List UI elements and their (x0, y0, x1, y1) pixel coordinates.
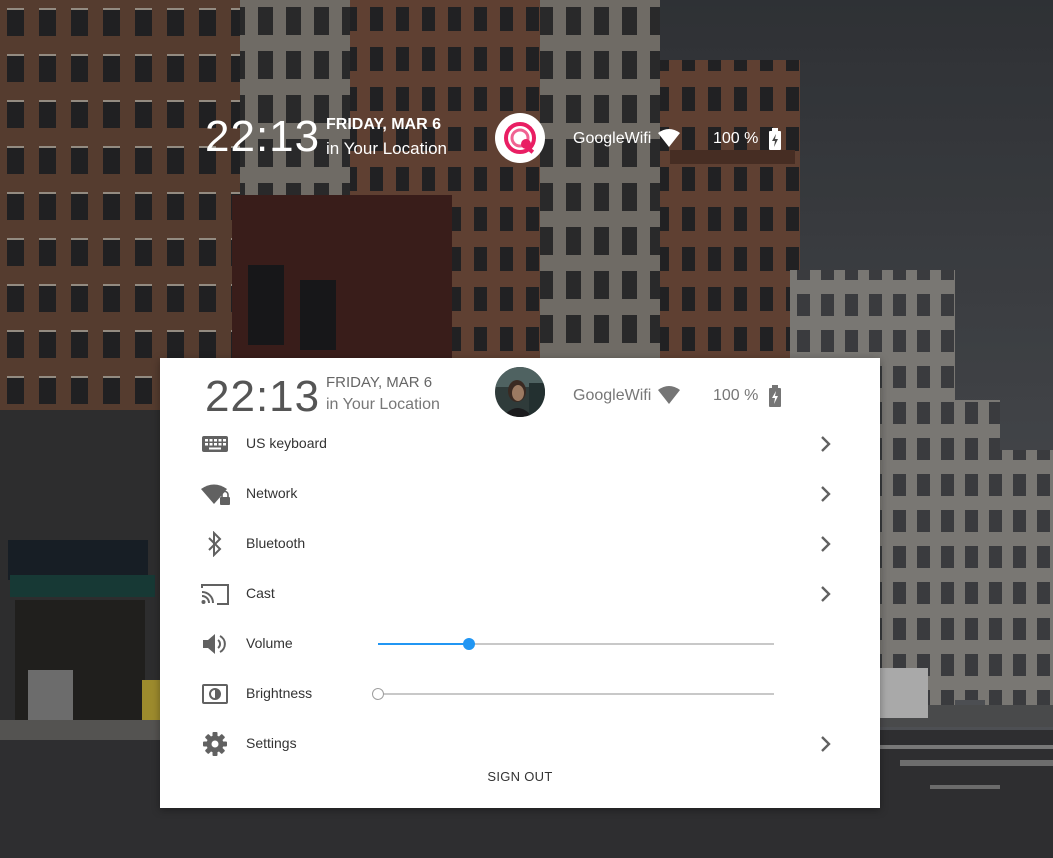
user-avatar[interactable] (495, 367, 545, 417)
brand-logo-icon (504, 122, 536, 154)
top-status-area: 22:13 FRIDAY, MAR 6 in Your Location Goo… (0, 0, 1053, 280)
speaker-icon[interactable] (200, 631, 230, 657)
chevron-right-icon (821, 486, 831, 502)
volume-slider-knob[interactable] (463, 638, 476, 650)
menu-clock-time: 22:13 (205, 372, 321, 421)
menu-network-name: GoogleWifi (573, 387, 652, 404)
chevron-right-icon (821, 436, 831, 452)
volume-label: Volume (246, 635, 293, 651)
wifi-locked-icon (201, 484, 230, 505)
battery-charging-icon (769, 128, 781, 150)
bluetooth-label: Bluetooth (246, 535, 306, 551)
menu-clock-location: in Your Location (326, 396, 440, 413)
menu-item-bluetooth[interactable]: Bluetooth (160, 519, 880, 569)
brightness-label: Brightness (246, 685, 313, 701)
wifi-icon (658, 129, 680, 147)
menu-item-settings[interactable]: Settings (160, 719, 880, 769)
system-tray-menu: 22:13 FRIDAY, MAR 6 in Your Location Goo… (160, 358, 880, 808)
bluetooth-icon (208, 531, 222, 557)
chevron-right-icon (821, 536, 831, 552)
keyboard-icon (202, 436, 228, 452)
volume-slider-fill (378, 643, 470, 645)
app-logo-avatar[interactable] (495, 113, 545, 163)
sign-out-button[interactable]: SIGN OUT (160, 769, 880, 784)
volume-slider[interactable] (378, 638, 774, 650)
network-name: GoogleWifi (573, 130, 652, 147)
chevron-right-icon (821, 586, 831, 602)
menu-item-brightness: Brightness (160, 669, 880, 719)
menu-battery-percent: 100 % (713, 387, 759, 404)
menu-wifi-icon (658, 386, 680, 404)
user-photo (495, 367, 545, 417)
settings-label: Settings (246, 735, 297, 751)
menu-item-volume: Volume (160, 619, 880, 669)
cast-label: Cast (246, 585, 275, 601)
chevron-right-icon (821, 736, 831, 752)
menu-item-network[interactable]: Network (160, 469, 880, 519)
brightness-slider[interactable] (372, 688, 774, 700)
menu-battery-charging-icon (769, 385, 781, 407)
gear-icon (203, 732, 227, 756)
menu-item-keyboard[interactable]: US keyboard (160, 419, 880, 469)
clock-location: in Your Location (326, 139, 447, 158)
menu-item-cast[interactable]: Cast (160, 569, 880, 619)
brightness-slider-knob[interactable] (372, 688, 384, 700)
clock-date: FRIDAY, MAR 6 (326, 116, 441, 133)
cast-icon (201, 584, 229, 605)
keyboard-label: US keyboard (246, 435, 327, 451)
brightness-icon (202, 684, 228, 704)
battery-percent: 100 % (713, 130, 759, 147)
network-label: Network (246, 485, 298, 501)
menu-clock-date: FRIDAY, MAR 6 (326, 374, 433, 391)
clock-time: 22:13 (205, 112, 321, 161)
